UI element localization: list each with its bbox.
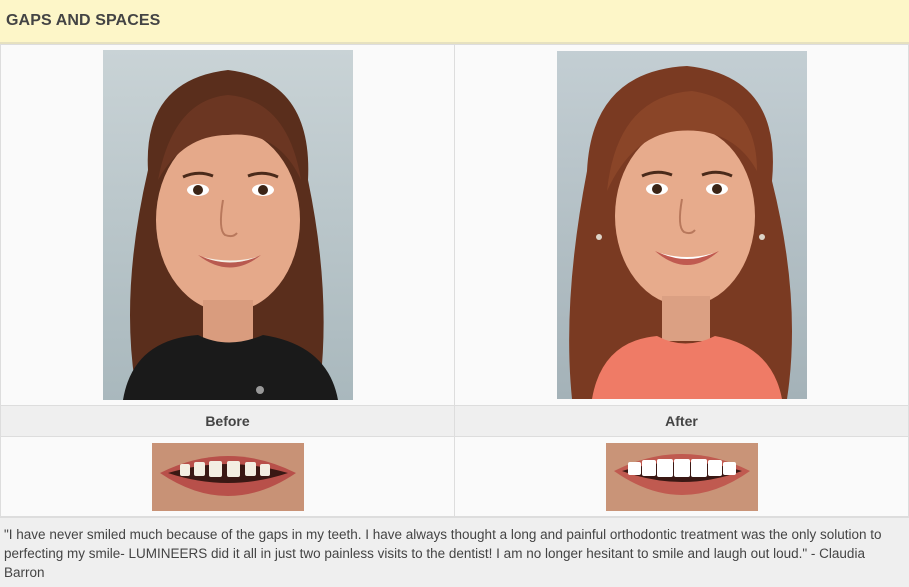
after-teeth-image [605, 442, 758, 511]
before-teeth-cell [0, 436, 455, 517]
testimonial-quote: "I have never smiled much because of the… [0, 517, 909, 587]
before-teeth-image [151, 442, 304, 511]
before-photo-cell [0, 44, 455, 406]
before-label: Before [0, 405, 455, 437]
after-photo-cell [454, 44, 909, 406]
before-after-table: Before After [0, 44, 909, 517]
after-teeth-cell [454, 436, 909, 517]
before-portrait-image [102, 50, 353, 400]
section-header: GAPS AND SPACES [0, 0, 909, 44]
after-portrait-image [556, 51, 807, 399]
after-label: After [454, 405, 909, 437]
section-title: GAPS AND SPACES [6, 12, 161, 29]
gallery-page: GAPS AND SPACES Before After "I have nev… [0, 0, 909, 587]
